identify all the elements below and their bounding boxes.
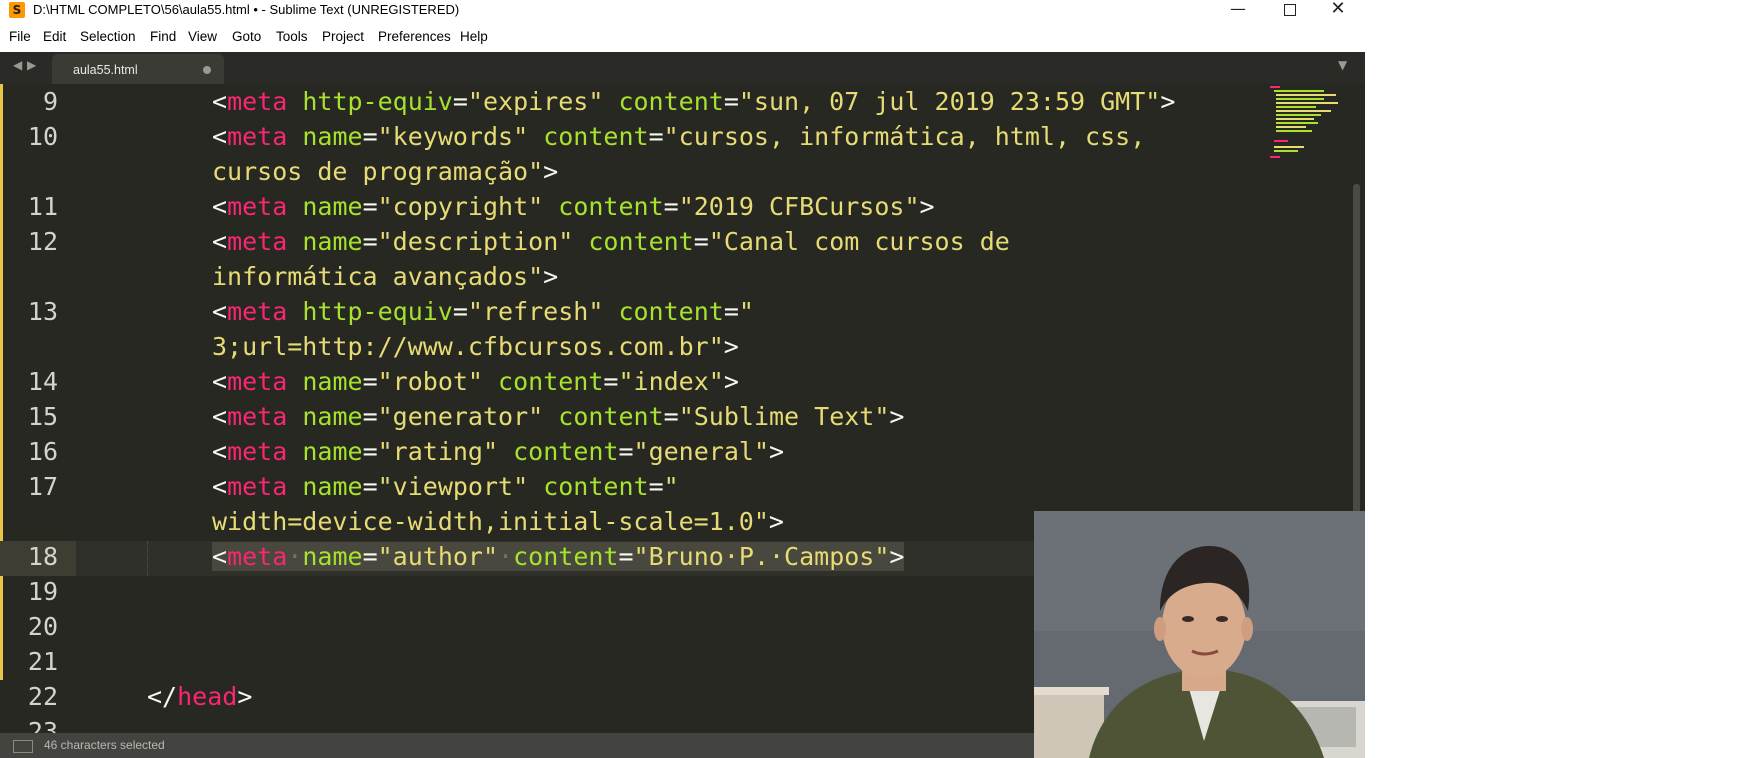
tab-list-chevron-down-icon[interactable]: ▼: [1338, 58, 1347, 72]
minimize-button[interactable]: —: [1215, 0, 1261, 20]
code-line[interactable]: <meta http-equiv="refresh" content=": [212, 294, 754, 329]
presenter-video-image: [1034, 511, 1365, 758]
line-number: 16: [27, 437, 58, 466]
code-line[interactable]: </head>: [147, 679, 252, 714]
code-line[interactable]: <meta name="viewport" content=": [212, 469, 679, 504]
menu-goto[interactable]: Goto: [232, 20, 261, 52]
code-line[interactable]: <meta name="generator" content="Sublime …: [212, 399, 904, 434]
tab-forward-icon[interactable]: ▶: [27, 58, 36, 72]
code-line-wrap[interactable]: cursos de programação">: [212, 154, 558, 189]
line-number: 20: [27, 612, 58, 641]
line-number: 21: [27, 647, 58, 676]
line-number: 19: [27, 577, 58, 606]
line-number: 13: [27, 297, 58, 326]
text-selection[interactable]: <meta·name="author"·content="Bruno·P.·Ca…: [212, 542, 905, 571]
tab-back-icon[interactable]: ◀: [13, 58, 22, 72]
line-number: 15: [27, 402, 58, 431]
maximize-button[interactable]: [1267, 0, 1313, 20]
code-line[interactable]: <meta name="robot" content="index">: [212, 364, 739, 399]
line-number: 10: [27, 122, 58, 151]
window-title: D:\HTML COMPLETO\56\aula55.html • - Subl…: [33, 2, 460, 17]
tab-label: aula55.html: [73, 63, 138, 77]
menu-project[interactable]: Project: [322, 20, 364, 52]
menu-find[interactable]: Find: [150, 20, 176, 52]
menu-preferences[interactable]: Preferences: [378, 20, 451, 52]
code-line[interactable]: <meta name="copyright" content="2019 CFB…: [212, 189, 935, 224]
menu-view[interactable]: View: [188, 20, 217, 52]
menu-bar: File Edit Selection Find View Goto Tools…: [0, 20, 1365, 52]
menu-tools[interactable]: Tools: [276, 20, 308, 52]
line-number-gutter: 9 10 11 12 13 14 15 16 17 18 19 20 21 22…: [0, 84, 76, 746]
tab-bar: ◀ ▶ aula55.html ▼: [0, 52, 1365, 84]
webcam-overlay: [1034, 511, 1365, 758]
sublime-text-icon: S: [9, 2, 25, 18]
code-line[interactable]: <meta name="keywords" content="cursos, i…: [212, 119, 1145, 154]
code-line[interactable]: <meta name="rating" content="general">: [212, 434, 784, 469]
line-number: 14: [27, 367, 58, 396]
code-line-wrap[interactable]: width=device-width,initial-scale=1.0">: [212, 504, 784, 539]
line-number: 22: [27, 682, 58, 711]
menu-selection[interactable]: Selection: [80, 20, 136, 52]
code-line[interactable]: <meta name="description" content="Canal …: [212, 224, 1010, 259]
code-line-wrap[interactable]: 3;url=http://www.cfbcursos.com.br">: [212, 329, 739, 364]
panel-toggle-icon[interactable]: [13, 740, 33, 753]
code-line[interactable]: <meta http-equiv="expires" content="sun,…: [212, 84, 1175, 119]
menu-edit[interactable]: Edit: [43, 20, 66, 52]
selection-status: 46 characters selected: [44, 738, 165, 752]
maximize-icon: [1284, 3, 1296, 16]
unsaved-dot-icon[interactable]: [203, 66, 211, 74]
code-line-selected[interactable]: <meta·name="author"·content="Bruno·P.·Ca…: [212, 539, 905, 574]
minimap[interactable]: [1270, 84, 1350, 174]
line-number: 11: [27, 192, 58, 221]
menu-help[interactable]: Help: [460, 20, 488, 52]
title-bar: S D:\HTML COMPLETO\56\aula55.html • - Su…: [0, 0, 1365, 20]
menu-file[interactable]: File: [9, 20, 31, 52]
line-number: 9: [42, 87, 58, 116]
tab-aula55[interactable]: aula55.html: [52, 54, 224, 84]
vertical-scrollbar[interactable]: [1353, 184, 1360, 514]
line-number: 12: [27, 227, 58, 256]
line-number: 18: [27, 542, 58, 571]
line-number: 17: [27, 472, 58, 501]
code-line-wrap[interactable]: informática avançados">: [212, 259, 558, 294]
indent-guide: [147, 541, 148, 576]
close-button[interactable]: ✕: [1315, 0, 1361, 20]
